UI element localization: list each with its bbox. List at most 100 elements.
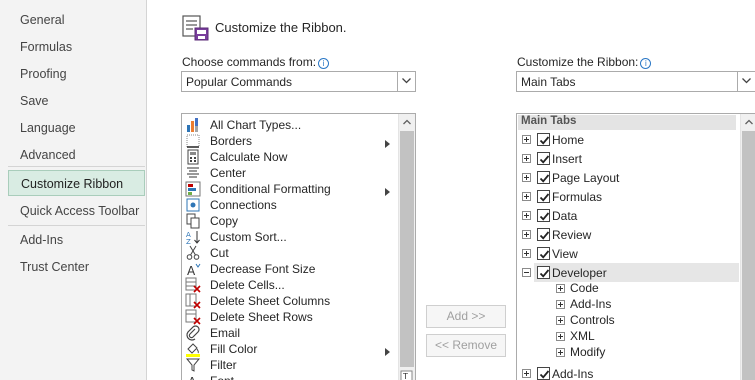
info-icon[interactable]: i xyxy=(640,58,652,69)
tab-checkbox[interactable] xyxy=(537,247,550,260)
tab-checkbox[interactable] xyxy=(537,228,550,241)
list-item[interactable]: Calculate Now xyxy=(182,149,396,165)
list-item[interactable]: Fill Color xyxy=(182,341,396,357)
expand-icon[interactable] xyxy=(522,249,531,258)
tree-item-view[interactable]: View xyxy=(517,244,737,263)
tree-item-label: Review xyxy=(552,228,592,242)
tab-checkbox[interactable] xyxy=(537,190,550,203)
tree-item-home[interactable]: Home xyxy=(517,130,737,149)
tree-item-page-layout[interactable]: Page Layout xyxy=(517,168,737,187)
sidebar-divider xyxy=(8,225,145,226)
tree-item-add-ins[interactable]: Add-Ins xyxy=(517,364,737,380)
choose-commands-label: Choose commands from: i xyxy=(182,55,330,69)
expand-icon[interactable] xyxy=(522,230,531,239)
choose-commands-dropdown[interactable]: Popular Commands xyxy=(181,71,416,92)
list-item[interactable]: Copy xyxy=(182,213,396,229)
tab-checkbox[interactable] xyxy=(537,133,550,146)
list-item[interactable]: Filter xyxy=(182,357,396,373)
scroll-thumb[interactable] xyxy=(400,131,414,367)
decrease-font-icon: A xyxy=(185,261,201,278)
list-item[interactable]: Connections xyxy=(182,197,396,213)
list-item[interactable]: Delete Cells... xyxy=(182,277,396,293)
remove-button[interactable]: << Remove xyxy=(426,334,506,357)
list-item[interactable]: Delete Sheet Columns xyxy=(182,293,396,309)
tree-item-insert[interactable]: Insert xyxy=(517,149,737,168)
expand-icon[interactable] xyxy=(522,173,531,182)
sidebar-item-language[interactable]: Language xyxy=(8,115,145,141)
tree-item-data[interactable]: Data xyxy=(517,206,737,225)
tree-group-xml[interactable]: XML xyxy=(517,328,737,344)
expand-icon[interactable] xyxy=(556,316,565,325)
add-button[interactable]: Add >> xyxy=(426,305,506,328)
sidebar-divider xyxy=(8,166,145,167)
expand-icon[interactable] xyxy=(556,348,565,357)
choose-commands-value: Popular Commands xyxy=(186,75,293,89)
expand-icon[interactable] xyxy=(522,135,531,144)
tab-checkbox[interactable] xyxy=(537,171,550,184)
tree-group-label: Add-Ins xyxy=(570,297,612,311)
list-item[interactable]: All Chart Types... xyxy=(182,117,396,133)
expand-icon[interactable] xyxy=(556,300,565,309)
expand-icon[interactable] xyxy=(556,284,565,293)
tree-group-label: Controls xyxy=(570,313,615,327)
tree-group-add-ins[interactable]: Add-Ins xyxy=(517,296,737,312)
tab-checkbox[interactable] xyxy=(537,367,550,380)
tab-checkbox[interactable] xyxy=(537,266,550,279)
tab-checkbox[interactable] xyxy=(537,209,550,222)
list-item-label: Copy xyxy=(210,214,239,228)
list-item[interactable]: Borders xyxy=(182,133,396,149)
sidebar-item-formulas[interactable]: Formulas xyxy=(8,34,145,60)
chevron-down-icon[interactable] xyxy=(397,72,415,91)
tree-scrollbar[interactable] xyxy=(740,114,755,380)
commands-scrollbar[interactable]: T xyxy=(398,114,415,380)
tree-group-controls[interactable]: Controls xyxy=(517,312,737,328)
list-item-label: Filter xyxy=(210,358,237,372)
list-item[interactable]: Cut xyxy=(182,245,396,261)
expand-icon[interactable] xyxy=(522,192,531,201)
options-sidebar: General Formulas Proofing Save Language … xyxy=(0,0,147,380)
tree-item-review[interactable]: Review xyxy=(517,225,737,244)
sidebar-item-save[interactable]: Save xyxy=(8,88,145,114)
tree-group-code[interactable]: Code xyxy=(517,280,737,296)
sidebar-item-quick-access-toolbar[interactable]: Quick Access Toolbar xyxy=(8,198,145,224)
list-item[interactable]: A Decrease Font Size xyxy=(182,261,396,278)
customize-ribbon-dropdown[interactable]: Main Tabs xyxy=(516,71,755,92)
list-item[interactable]: Center xyxy=(182,165,396,181)
expand-icon[interactable] xyxy=(556,332,565,341)
tree-item-formulas[interactable]: Formulas xyxy=(517,187,737,206)
list-item-label: Delete Sheet Rows xyxy=(210,310,313,324)
expand-icon[interactable] xyxy=(522,154,531,163)
tree-item-label: Data xyxy=(552,209,578,223)
list-item[interactable]: Conditional Formatting xyxy=(182,181,396,197)
collapse-icon[interactable] xyxy=(522,268,531,277)
info-icon[interactable]: i xyxy=(318,58,330,69)
expand-icon[interactable] xyxy=(522,211,531,220)
sidebar-item-general[interactable]: General xyxy=(8,7,145,33)
sidebar-item-trust-center[interactable]: Trust Center xyxy=(8,254,145,280)
commands-list[interactable]: All Chart Types... Borders Calculate Now Ce… xyxy=(181,113,416,380)
list-item[interactable]: A Z Custom Sort... xyxy=(182,229,396,246)
align-center-icon xyxy=(185,165,201,181)
expand-icon[interactable] xyxy=(522,369,531,378)
tree-group-label: XML xyxy=(570,329,595,343)
delete-rows-icon xyxy=(185,309,201,325)
scroll-up-icon[interactable] xyxy=(741,114,755,131)
delete-cells-icon xyxy=(185,277,201,293)
sidebar-item-add-ins[interactable]: Add-Ins xyxy=(8,227,145,253)
list-item-label: All Chart Types... xyxy=(210,118,302,132)
sort-icon: AZ xyxy=(185,229,201,246)
sidebar-item-advanced[interactable]: Advanced xyxy=(8,142,145,168)
sidebar-item-proofing[interactable]: Proofing xyxy=(8,61,145,87)
sidebar-item-customize-ribbon[interactable]: Customize Ribbon xyxy=(8,170,145,196)
list-item[interactable]: Email xyxy=(182,325,396,341)
tab-checkbox[interactable] xyxy=(537,152,550,165)
ribbon-tabs-tree[interactable]: Main Tabs Home Insert Page Layout Formulas D… xyxy=(516,113,755,380)
list-item[interactable]: A Font xyxy=(182,373,396,380)
chevron-down-icon[interactable] xyxy=(737,72,755,91)
scroll-up-icon[interactable] xyxy=(399,114,415,131)
scroll-thumb[interactable] xyxy=(742,131,755,380)
customize-ribbon-value: Main Tabs xyxy=(521,75,576,89)
list-item-label: Center xyxy=(210,166,247,180)
tree-group-modify[interactable]: Modify xyxy=(517,344,737,360)
list-item[interactable]: Delete Sheet Rows xyxy=(182,309,396,325)
